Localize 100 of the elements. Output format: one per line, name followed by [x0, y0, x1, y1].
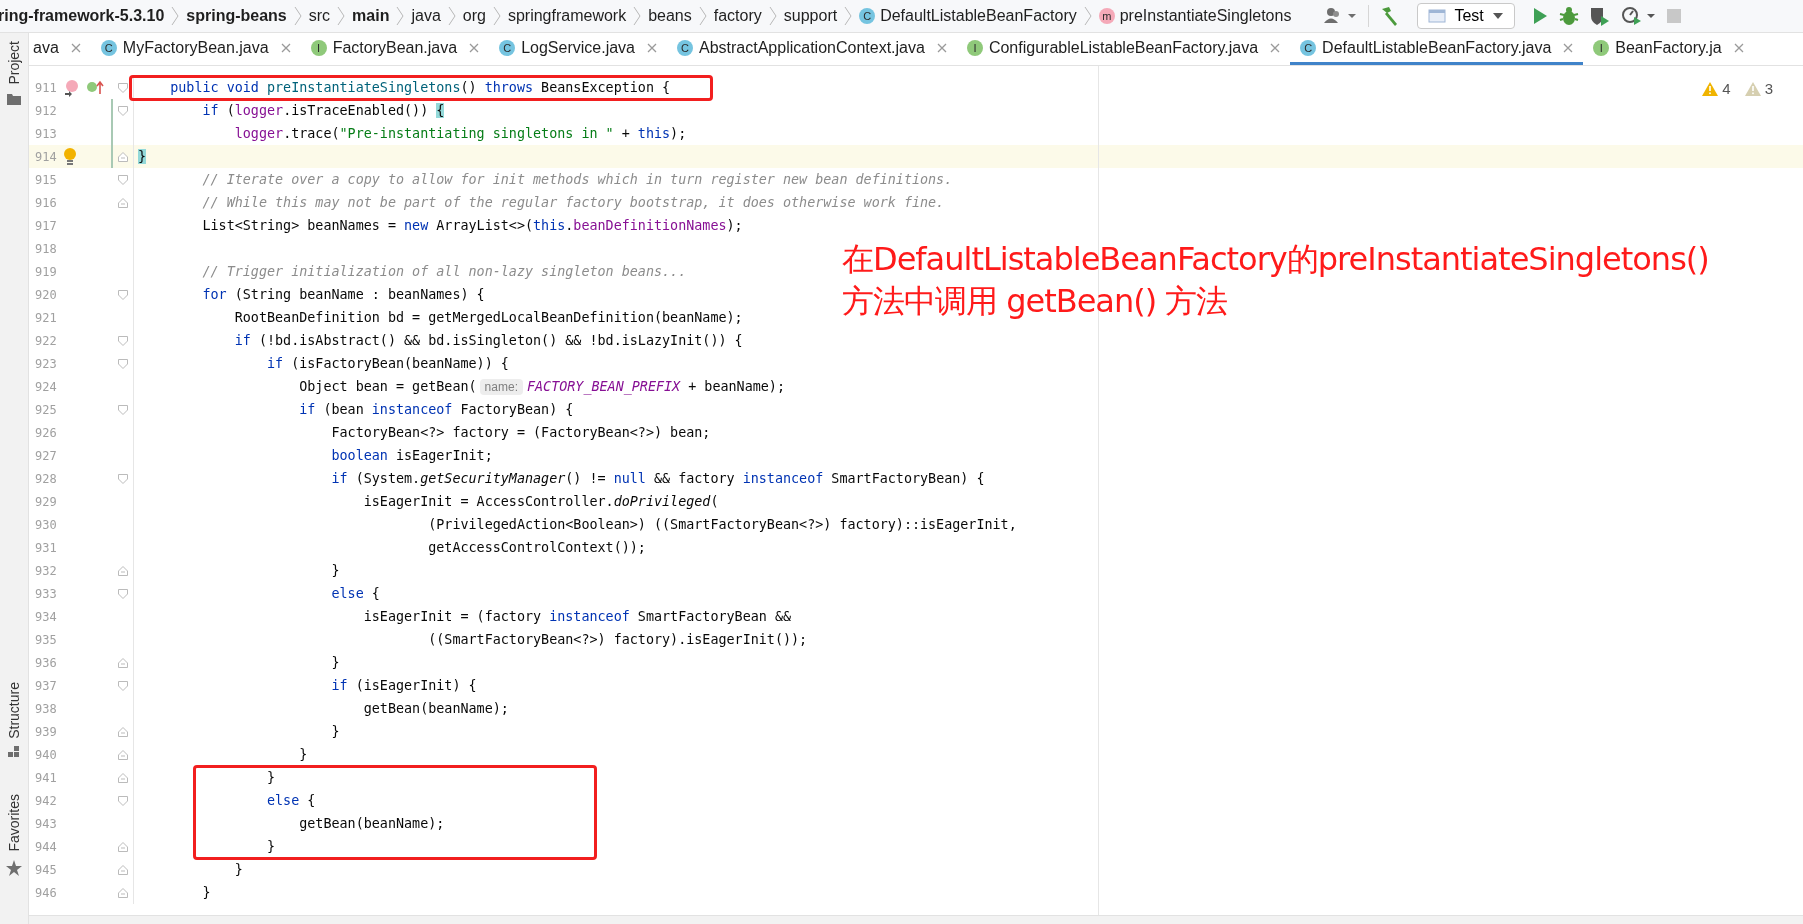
parameter-hint: name: [479, 379, 523, 395]
stop-icon[interactable] [1666, 9, 1681, 23]
close-icon[interactable] [647, 42, 657, 53]
code-text: ((SmartFactoryBean<?>) factory).isEagerInit()); [427, 632, 808, 647]
class-icon: C [677, 39, 693, 56]
breadcrumb-item[interactable]: factory [713, 7, 762, 25]
file-tab[interactable]: C MyFactoryBean.java [90, 33, 301, 65]
breadcrumb-item[interactable]: springframework [507, 7, 627, 25]
line-number: 919 [35, 264, 58, 279]
line-number: 946 [35, 885, 58, 900]
class-icon: m [1098, 8, 1115, 24]
keyword: this [533, 218, 566, 233]
lightbulb-icon[interactable] [63, 147, 77, 166]
code-text: Object bean = getBean( [298, 379, 477, 394]
warning-icon[interactable] [1744, 81, 1761, 96]
fold-icon[interactable] [118, 174, 128, 185]
chevron-icon [492, 6, 501, 26]
code-text: . [565, 218, 574, 233]
breadcrumb-item[interactable]: support [783, 7, 838, 25]
tool-window-tab[interactable]: Project [6, 41, 22, 85]
chevron-icon [447, 6, 456, 26]
code-text: getBean(beanName); [298, 816, 445, 831]
close-icon[interactable] [469, 42, 480, 53]
keyword: if [201, 103, 219, 118]
shield-run-icon[interactable] [1588, 6, 1611, 26]
code-comment: // While this may not be part of the regular factory bootstrap, it does otherwise work fine. [201, 195, 945, 210]
close-icon[interactable] [70, 42, 81, 53]
line-number: 918 [35, 241, 58, 256]
keyword: if [298, 402, 316, 417]
line-number: 921 [35, 310, 58, 325]
fold-icon[interactable] [118, 82, 128, 93]
code-text: ArrayList<>( [435, 218, 534, 233]
fold-icon[interactable] [118, 726, 128, 737]
fold-icon[interactable] [118, 197, 128, 208]
run-configuration-dropdown[interactable]: Test [1417, 3, 1515, 29]
file-tab[interactable]: I FactoryBean.java [300, 33, 490, 65]
class-icon: C [100, 39, 117, 56]
breadcrumb-item[interactable]: org [462, 7, 486, 25]
field-name: logger [233, 126, 284, 141]
keyword: instanceof [549, 609, 630, 624]
fold-icon[interactable] [118, 749, 128, 760]
code-text: (bean [322, 402, 365, 417]
matched-brace: } [138, 149, 147, 164]
fold-icon[interactable] [118, 151, 128, 162]
keyword: if [266, 356, 284, 371]
file-tab[interactable]: C LogService.java [489, 33, 667, 65]
code-text: (String beanName : beanNames) { [233, 287, 485, 302]
method-call: getSecurityManager [420, 471, 566, 486]
fold-icon[interactable] [118, 680, 128, 691]
gauge-run-icon[interactable] [1620, 6, 1657, 26]
fold-icon[interactable] [118, 841, 128, 852]
fold-icon[interactable] [118, 358, 128, 369]
user-icon[interactable] [1322, 6, 1359, 26]
fold-icon[interactable] [118, 657, 128, 668]
keyword: instanceof [371, 402, 453, 417]
close-icon[interactable] [1563, 42, 1574, 53]
warning-count: 3 [1764, 80, 1773, 97]
file-tab[interactable]: C DefaultListableBeanFactory.java [1290, 33, 1584, 65]
breadcrumb-item[interactable]: spring-beans [186, 7, 287, 25]
close-icon[interactable] [280, 42, 291, 53]
line-number: 942 [35, 793, 58, 808]
fold-icon[interactable] [118, 588, 128, 599]
close-icon[interactable] [1270, 42, 1281, 53]
file-tab[interactable]: ava [29, 33, 91, 65]
line-number: 915 [35, 172, 58, 187]
breadcrumb-item[interactable]: java [411, 7, 441, 25]
fold-icon[interactable] [118, 887, 128, 898]
tool-window-tab[interactable]: Favorites [6, 794, 22, 852]
code-text: (!bd.isAbstract() && bd.isSingleton() && !bd.isLazyInit()) { [257, 333, 743, 348]
code-comment: // Iterate over a copy to allow for init methods which in turn register new bean definitions. [201, 172, 953, 187]
code-text: } [266, 839, 276, 854]
breadcrumb-item[interactable]: beans [648, 7, 692, 25]
fold-icon[interactable] [118, 105, 128, 116]
line-number: 929 [35, 494, 58, 509]
fold-icon[interactable] [118, 565, 128, 576]
line-number: 928 [35, 471, 58, 486]
file-tab[interactable]: I BeanFactory.ja [1583, 33, 1754, 65]
breadcrumb-item[interactable]: DefaultListableBeanFactory [880, 7, 1077, 25]
fold-icon[interactable] [118, 404, 128, 415]
fold-icon[interactable] [118, 864, 128, 875]
horizontal-scrollbar[interactable] [29, 915, 1803, 924]
fold-icon[interactable] [118, 289, 128, 300]
bug-icon[interactable] [1558, 6, 1579, 26]
fold-icon[interactable] [118, 335, 128, 346]
breadcrumb-item[interactable]: src [308, 7, 331, 25]
file-tab[interactable]: C AbstractApplicationContext.java [667, 33, 957, 65]
close-icon[interactable] [1733, 42, 1744, 53]
fold-icon[interactable] [118, 795, 128, 806]
file-tab[interactable]: I ConfigurableListableBeanFactory.java [956, 33, 1291, 65]
breadcrumb-item[interactable]: main [352, 7, 390, 25]
chevron-icon [844, 6, 853, 26]
fold-icon[interactable] [118, 772, 128, 783]
breadcrumb-item[interactable]: preInstantiateSingletons [1119, 7, 1292, 25]
line-number: 937 [35, 678, 58, 693]
line-number: 923 [35, 356, 58, 371]
close-icon[interactable] [936, 42, 947, 53]
tool-window-tab[interactable]: Structure [6, 681, 22, 739]
fold-icon[interactable] [118, 473, 128, 484]
warning-icon[interactable] [1702, 81, 1719, 96]
class-icon: I [310, 39, 327, 56]
